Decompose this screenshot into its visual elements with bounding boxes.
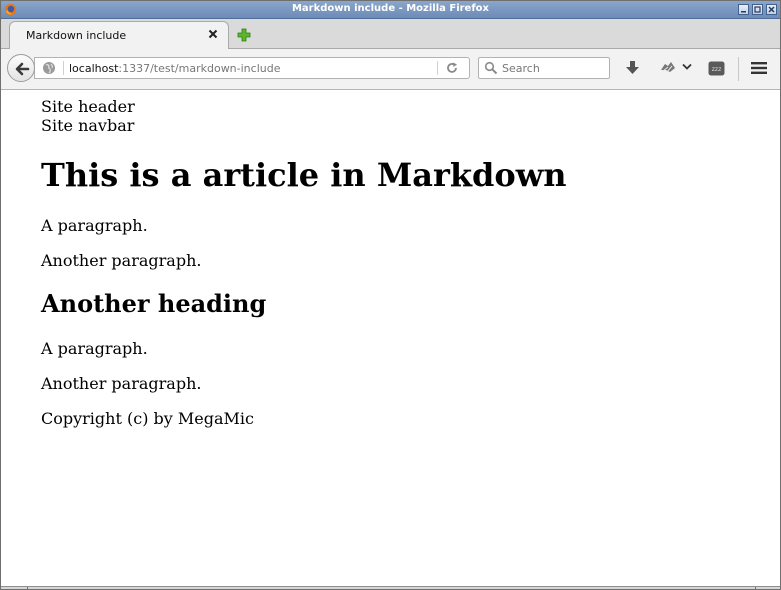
tab-strip: Markdown include xyxy=(1,19,780,49)
maximize-icon xyxy=(754,6,761,13)
window-title: Markdown include - Mozilla Firefox xyxy=(291,3,490,14)
page-content: Site header Site navbar This is a articl… xyxy=(1,90,780,586)
search-box[interactable]: Search xyxy=(478,57,610,79)
close-window-button[interactable] xyxy=(766,4,777,15)
paragraph: A paragraph. xyxy=(41,216,148,235)
back-button[interactable] xyxy=(7,54,35,82)
paragraph: Another paragraph. xyxy=(41,374,202,393)
maximize-button[interactable] xyxy=(752,4,763,15)
new-tab-plus-icon[interactable] xyxy=(237,28,251,42)
status-bar xyxy=(1,586,780,589)
minimize-icon xyxy=(741,11,746,13)
tab-label: Markdown include xyxy=(26,29,127,42)
search-placeholder: Search xyxy=(502,62,540,75)
tab-close-icon[interactable] xyxy=(207,27,219,41)
navigation-toolbar: localhost:1337/test/markdown-include Sea… xyxy=(1,49,780,90)
close-icon xyxy=(768,6,775,13)
download-icon[interactable] xyxy=(625,60,640,76)
search-icon xyxy=(484,61,498,75)
toolbar-separator xyxy=(738,57,739,81)
tab-markdown-include[interactable]: Markdown include xyxy=(9,21,229,49)
globe-icon xyxy=(43,62,55,74)
reload-separator xyxy=(437,61,438,75)
url-host: localhost xyxy=(69,62,119,75)
section-heading: Another heading xyxy=(41,289,267,318)
minimize-button[interactable] xyxy=(738,4,749,15)
url-path: :1337/test/markdown-include xyxy=(118,62,281,75)
site-navbar: Site navbar xyxy=(41,116,135,135)
article-heading: This is a article in Markdown xyxy=(41,156,567,194)
browser-window: Markdown include - Mozilla Firefox Markd… xyxy=(0,0,781,590)
url-bar[interactable]: localhost:1337/test/markdown-include xyxy=(34,57,470,79)
site-footer: Copyright (c) by MegaMic xyxy=(41,409,254,428)
extension-icon[interactable] xyxy=(659,60,677,76)
paragraph: A paragraph. xyxy=(41,339,148,358)
svg-text:zzz: zzz xyxy=(712,66,721,73)
url-text[interactable]: localhost:1337/test/markdown-include xyxy=(69,62,280,75)
hamburger-menu-icon[interactable] xyxy=(751,61,767,75)
paragraph: Another paragraph. xyxy=(41,251,202,270)
zzz-icon[interactable]: zzz xyxy=(708,61,725,76)
back-arrow-icon xyxy=(15,62,30,76)
site-header: Site header xyxy=(41,97,135,116)
chevron-down-icon[interactable] xyxy=(682,63,692,71)
url-separator xyxy=(63,61,64,75)
reload-icon[interactable] xyxy=(445,61,459,75)
title-bar: Markdown include - Mozilla Firefox xyxy=(1,1,780,19)
